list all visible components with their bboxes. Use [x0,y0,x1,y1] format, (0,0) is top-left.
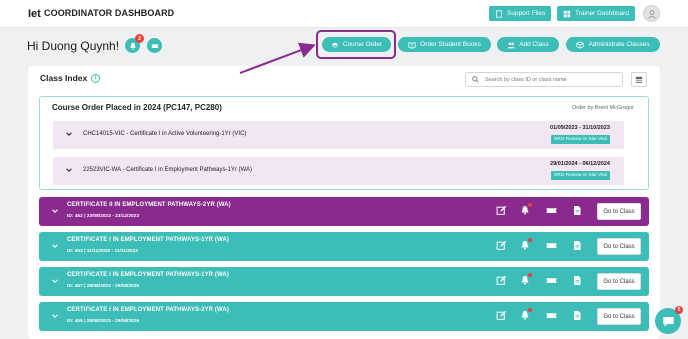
ticket-icon[interactable] [545,204,557,216]
chat-button[interactable]: 5 [655,306,683,334]
bell-icon[interactable] [519,203,532,216]
ticket-icon[interactable] [545,309,557,321]
course-order-highlight [316,30,396,59]
class-meta: ID: 453 | 11/11/2020 - 11/11/2023 [67,249,138,254]
course-status-tag: SRO Review or Site Visit [551,135,610,144]
edit-icon[interactable] [495,274,507,286]
filter-icon [635,76,643,83]
chevron-down-icon[interactable] [51,242,59,250]
class-row[interactable]: CERTIFICATE I IN EMPLOYMENT PATHWAYS-2YR… [39,302,649,331]
chat-badge: 5 [675,306,683,314]
go-to-class-button[interactable]: Go to Class [597,203,641,220]
course-row[interactable]: 22523VIC-WA - Certificate I in Employmen… [53,157,624,185]
info-icon[interactable]: i [91,73,101,83]
order-student-books-button[interactable]: Order Student Books [398,37,491,52]
course-name: 22523VIC-WA - Certificate I in Employmen… [83,167,252,173]
app-title: COORDINATOR DASHBOARD [44,8,175,18]
tickets-button[interactable] [147,38,162,53]
top-bar: Iet COORDINATOR DASHBOARD Support Files … [0,0,688,28]
users-icon [507,42,516,48]
support-files-button[interactable]: Support Files [489,6,552,21]
chat-icon [662,316,674,327]
support-files-label: Support Files [507,10,546,17]
notification-badge: 2 [135,34,144,43]
book-icon [408,41,416,49]
class-name: CERTIFICATE I IN EMPLOYMENT PATHWAYS-1YR… [67,272,229,278]
ticket-icon[interactable] [545,239,557,251]
avatar[interactable] [643,5,660,22]
alert-dot [528,273,532,277]
bell-icon[interactable] [519,308,532,321]
course-dates: 29/01/2024 - 06/12/2024 [550,161,610,167]
chevron-down-icon[interactable] [65,166,73,174]
class-index-heading: Class Index i [40,73,101,83]
alert-dot [528,203,532,207]
document-icon[interactable] [571,239,583,251]
document-icon[interactable] [571,274,583,286]
class-search[interactable] [465,72,623,87]
trainer-dashboard-label: Trainer Dashboard [575,10,629,17]
go-to-class-button[interactable]: Go to Class [597,273,641,290]
course-row[interactable]: CHC14015-VIC - Certificate I in Active V… [53,121,624,149]
alert-dot [528,308,532,312]
ticket-icon[interactable] [545,274,557,286]
bell-icon [129,42,136,50]
edit-icon[interactable] [495,309,507,321]
filter-button[interactable] [631,72,647,87]
add-class-label: Add Class [519,41,549,48]
document-icon [496,9,502,18]
class-meta: ID: 455 | 29/08/2023 - 29/08/2026 [67,319,140,324]
search-icon [472,76,479,83]
cube-icon [576,40,585,49]
class-name: CERTIFICATE II IN EMPLOYMENT PATHWAYS-2Y… [67,202,231,208]
class-index-title: Class Index [40,73,88,83]
class-row[interactable]: CERTIFICATE II IN EMPLOYMENT PATHWAYS-2Y… [39,197,649,226]
go-to-class-button[interactable]: Go to Class [597,308,641,325]
notifications-button[interactable]: 2 [125,34,144,53]
alert-dot [528,238,532,242]
search-input[interactable] [485,76,615,83]
class-name: CERTIFICATE I IN EMPLOYMENT PATHWAYS-2YR… [67,307,229,313]
class-meta: ID: 452 | 23/08/2023 - 23/12/2023 [67,214,140,219]
go-to-class-button[interactable]: Go to Class [597,238,641,255]
course-name: CHC14015-VIC - Certificate I in Active V… [83,131,247,137]
edit-icon[interactable] [495,204,507,216]
order-title: Course Order Placed in 2024 (PC147, PC28… [52,103,222,112]
document-icon[interactable] [571,204,583,216]
administrate-classes-button[interactable]: Administrate Classes [566,37,660,52]
bell-icon[interactable] [519,273,532,286]
edit-icon[interactable] [495,239,507,251]
class-row[interactable]: CERTIFICATE I IN EMPLOYMENT PATHWAYS-1YR… [39,267,649,296]
course-dates: 01/09/2023 - 31/10/2023 [550,125,610,131]
greeting: Hi Duong Quynh! [27,39,120,53]
chevron-down-icon[interactable] [51,312,59,320]
logo[interactable]: Iet [28,8,41,20]
order-by: Order by Brent McGregor [571,105,634,111]
chevron-down-icon[interactable] [51,277,59,285]
ticket-icon [151,43,158,48]
add-class-button[interactable]: Add Class [497,37,559,52]
class-index-panel: Class Index i Course Order Placed in 202… [28,66,660,339]
course-order-box: Course Order Placed in 2024 (PC147, PC28… [39,96,649,190]
chevron-down-icon[interactable] [51,207,59,215]
trainer-dashboard-button[interactable]: Trainer Dashboard [557,6,635,21]
administrate-classes-label: Administrate Classes [588,41,650,48]
class-meta: ID: 457 | 29/08/2023 - 29/08/2026 [67,284,140,289]
class-row[interactable]: CERTIFICATE I IN EMPLOYMENT PATHWAYS-1YR… [39,232,649,261]
class-name: CERTIFICATE I IN EMPLOYMENT PATHWAYS-1YR… [67,237,229,243]
order-student-books-label: Order Student Books [420,41,481,48]
course-status-tag: SRO Review or Site Visit [551,171,610,180]
dashboard-icon [563,10,571,17]
user-icon [647,9,656,19]
bell-icon[interactable] [519,238,532,251]
chevron-down-icon[interactable] [65,130,73,138]
document-icon[interactable] [571,309,583,321]
